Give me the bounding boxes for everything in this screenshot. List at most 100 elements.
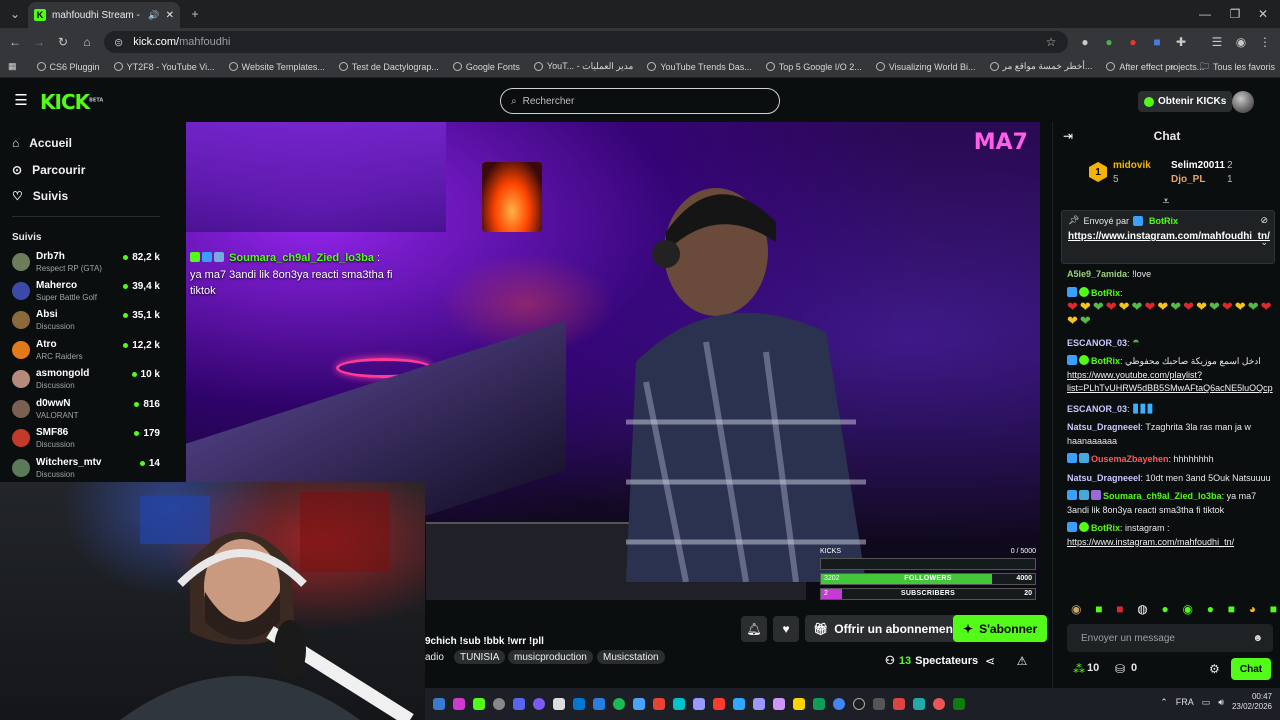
share-icon[interactable]: ⋖ (981, 652, 999, 670)
extension-4-icon[interactable]: ■ (1148, 33, 1166, 51)
emote-icon[interactable]: ◉ (1071, 602, 1081, 620)
site-info-icon[interactable]: ⊜ (114, 36, 123, 49)
chat-username[interactable]: Natsu_Dragneeel (1067, 422, 1141, 432)
photoshop-icon[interactable] (733, 698, 745, 710)
kicks-balance[interactable]: 0 (1131, 662, 1137, 674)
close-window-icon[interactable]: ✕ (1254, 5, 1272, 23)
followed-channel[interactable]: asmongold Discussion 10 k (12, 367, 160, 395)
bookmark-item[interactable]: Top 5 Google I/O 2... (765, 62, 862, 72)
taskbar-app-icon[interactable] (813, 698, 825, 710)
chat-username[interactable]: ESCANOR_03 (1067, 338, 1127, 348)
leader-third-name[interactable]: Djo_PL (1171, 174, 1205, 185)
chat-username[interactable]: Natsu_Dragneeel (1067, 473, 1141, 483)
restore-icon[interactable]: ❐ (1226, 5, 1244, 23)
chat-username[interactable]: BotRix (1091, 356, 1120, 366)
reading-list-icon[interactable]: ☰ (1208, 33, 1226, 51)
taskbar-app-icon[interactable] (873, 698, 885, 710)
tab-audio-icon[interactable]: 🔊 (148, 10, 159, 21)
volume-icon[interactable]: 🔊︎ (1218, 697, 1224, 708)
emoji-picker-icon[interactable]: ☻ (1252, 633, 1263, 644)
taskbar-app-icon[interactable] (553, 698, 565, 710)
bookmarks-overflow-icon[interactable]: » (1170, 62, 1175, 72)
notification-bell-button[interactable]: 🔔︎ (741, 616, 767, 642)
unpin-icon[interactable]: ⊘ (1260, 215, 1268, 226)
taskbar-app-icon[interactable] (673, 698, 685, 710)
tray-overflow-icon[interactable]: ⌃ (1160, 697, 1168, 708)
search-input[interactable]: ⌕ Rechercher (500, 88, 780, 114)
emote-icon[interactable]: ● (1161, 602, 1168, 620)
taskbar-app-icon[interactable] (653, 698, 665, 710)
get-kicks-button[interactable]: Obtenir KICKs (1138, 91, 1233, 112)
chrome-icon[interactable] (833, 698, 845, 710)
profile-avatar-icon[interactable]: ◉ (1232, 33, 1250, 51)
bookmark-item[interactable]: YouT... - مدير العمليات (533, 61, 633, 72)
new-tab-icon[interactable]: + (186, 5, 204, 23)
extension-2-icon[interactable]: ● (1100, 33, 1118, 51)
taskbar-app-icon[interactable] (713, 698, 725, 710)
bookmark-item[interactable]: أخطر خمسة مواقع مر... (989, 61, 1092, 72)
bookmark-item[interactable]: Test de Dactylograp... (338, 62, 439, 72)
emote-icon[interactable]: ◕ (1249, 602, 1256, 620)
chat-username[interactable]: ESCANOR_03 (1067, 404, 1127, 414)
obs-icon[interactable] (853, 698, 865, 710)
bookmark-star-icon[interactable]: ☆ (1042, 33, 1060, 51)
reload-icon[interactable]: ↻ (54, 33, 72, 51)
tag-chip[interactable]: musicproduction (508, 650, 593, 664)
chat-settings-icon[interactable]: ⚙ (1209, 662, 1220, 676)
taskbar-app-icon[interactable] (693, 698, 705, 710)
chat-username[interactable]: BotRix (1091, 288, 1120, 298)
kick-logo[interactable]: KICKBETA (40, 90, 103, 114)
tab-search-icon[interactable]: ⌄ (6, 5, 24, 23)
chat-message-input[interactable]: Envoyer un message ☻ (1067, 624, 1273, 652)
home-icon[interactable]: ⌂ (78, 33, 96, 51)
taskbar-app-icon[interactable] (573, 698, 585, 710)
taskbar-app-icon[interactable] (473, 698, 485, 710)
taskbar-app-icon[interactable] (433, 698, 445, 710)
menu-hamburger-icon[interactable]: ☰ (12, 91, 30, 109)
after-effects-icon[interactable] (773, 698, 785, 710)
file-explorer-icon[interactable] (793, 698, 805, 710)
extension-1-icon[interactable]: ● (1076, 33, 1094, 51)
taskbar-app-icon[interactable] (893, 698, 905, 710)
bookmark-item[interactable]: YouTube Trends Das... (647, 62, 752, 72)
language-indicator[interactable]: FRA (1176, 697, 1194, 707)
pinned-link[interactable]: https://www.instagram.com/mahfoudhi_tn/ (1068, 230, 1270, 244)
chat-username[interactable]: BotRix (1091, 523, 1120, 533)
taskbar-app-icon[interactable] (533, 698, 545, 710)
chat-link[interactable]: https://www.instagram.com/mahfoudhi_tn/ (1067, 536, 1277, 550)
extensions-puzzle-icon[interactable]: ✚ (1172, 33, 1190, 51)
emote-icon[interactable]: ● (1207, 602, 1214, 620)
taskbar-app-icon[interactable] (933, 698, 945, 710)
gift-subscription-button[interactable]: 🎁︎ Offrir un abonnement (805, 615, 965, 642)
bookmark-item[interactable]: YT2F8 - YouTube Vi... (113, 62, 215, 72)
user-avatar[interactable] (1232, 91, 1254, 113)
bookmark-item[interactable]: CS6 Pluggin (36, 62, 100, 72)
system-clock[interactable]: 00:47 23/02/2026 (1232, 692, 1272, 713)
followed-channel[interactable]: SMF86 Discussion 179 (12, 426, 160, 454)
bookmark-item[interactable]: Visualizing World Bi... (875, 62, 976, 72)
chat-link[interactable]: https://www.youtube.com/playlist?list=PL… (1067, 369, 1277, 396)
apps-grid-icon[interactable]: ▦ (8, 61, 17, 72)
expand-leaderboard-icon[interactable]: ⩡ (1157, 192, 1175, 210)
emote-icon[interactable]: ◉ (1182, 602, 1192, 620)
emote-icon[interactable]: ◍ (1137, 602, 1147, 620)
tag-chip[interactable]: adio (425, 650, 444, 664)
bookmark-item[interactable]: Google Fonts (452, 62, 520, 72)
taskbar-app-icon[interactable] (453, 698, 465, 710)
tag-chip[interactable]: TUNISIA (454, 650, 506, 664)
bookmark-item[interactable]: Website Templates... (228, 62, 325, 72)
expand-pinned-icon[interactable]: ⌄ (1260, 237, 1268, 248)
leader-second-name[interactable]: Selim20011 (1171, 160, 1225, 171)
url-field[interactable]: ⊜ kick.com/mahfoudhi (104, 31, 1068, 53)
spotify-icon[interactable] (613, 698, 625, 710)
browser-tab[interactable]: K mahfoudhi Stream - Watch 🔊 ✕ (28, 2, 180, 28)
taskbar-app-icon[interactable] (633, 698, 645, 710)
extension-3-icon[interactable]: ● (1124, 33, 1142, 51)
tab-close-icon[interactable]: ✕ (166, 10, 174, 21)
channel-points[interactable]: 10 (1087, 662, 1099, 674)
premiere-icon[interactable] (753, 698, 765, 710)
network-icon[interactable]: ▭ (1202, 697, 1211, 708)
taskbar-app-icon[interactable] (593, 698, 605, 710)
bookmark-item[interactable]: After effect projects... (1106, 62, 1204, 72)
chat-username[interactable]: A5le9_7amida (1067, 269, 1127, 279)
